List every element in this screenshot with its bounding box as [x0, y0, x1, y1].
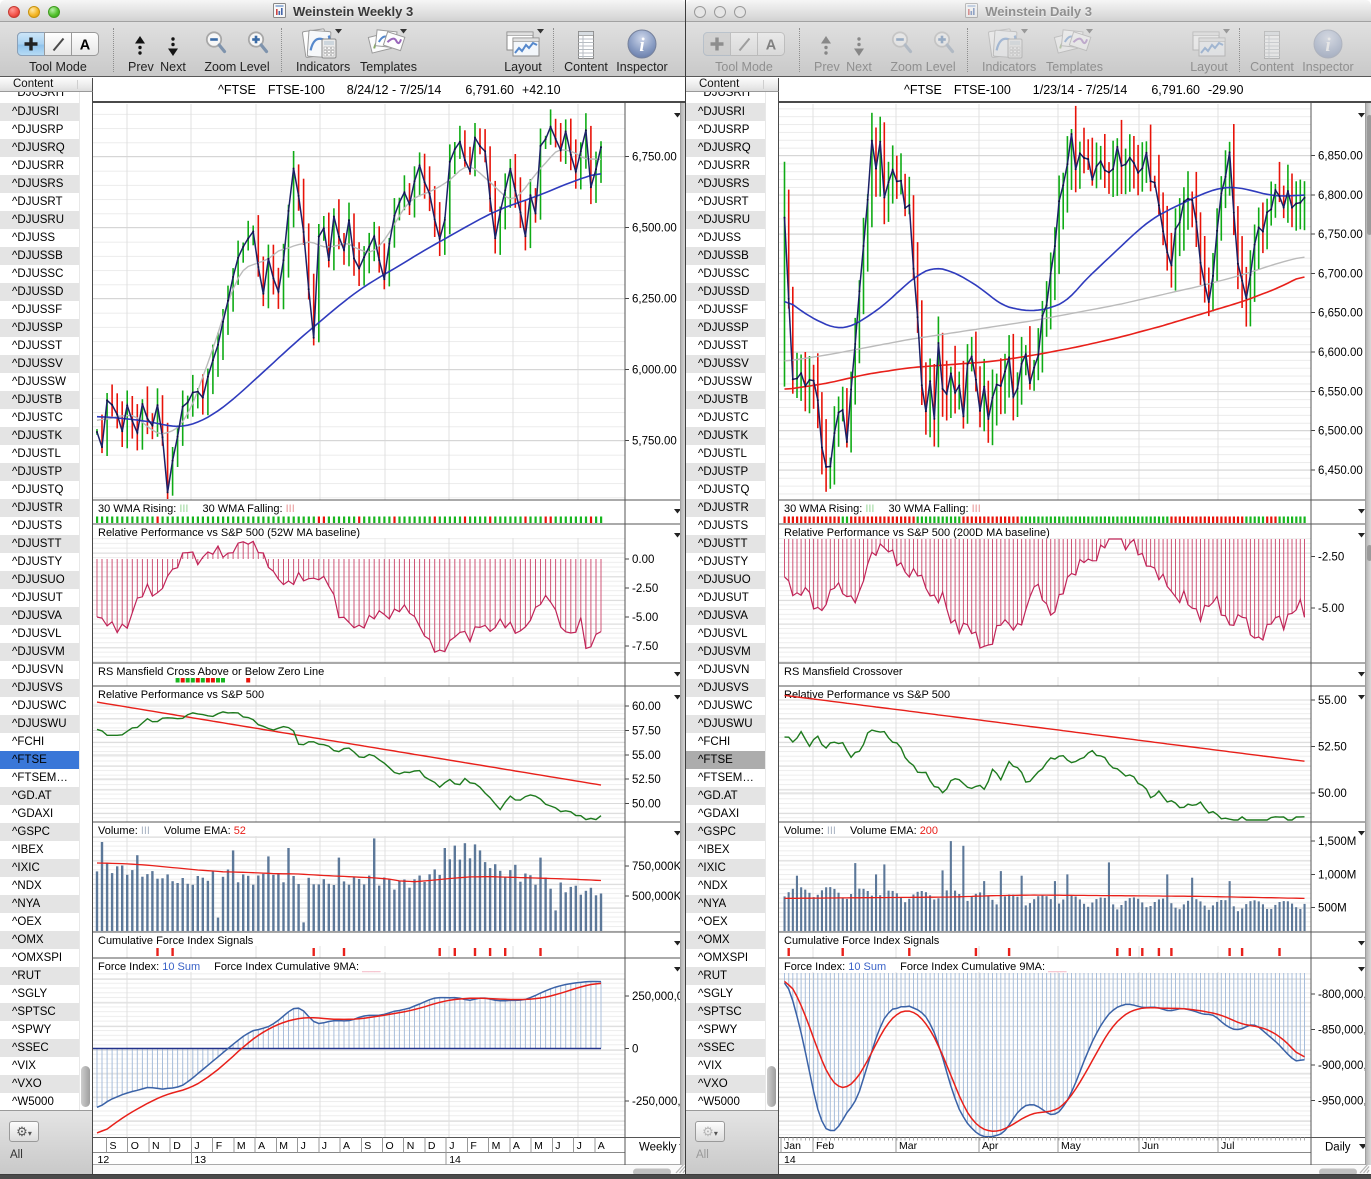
- svg-text:Cumulative Force Index Signals: Cumulative Force Index Signals: [784, 935, 940, 947]
- svg-text:6,250.00: 6,250.00: [632, 294, 677, 306]
- svg-text:J: J: [449, 1140, 454, 1152]
- svg-text:A: A: [598, 1140, 605, 1152]
- svg-text:J: J: [577, 1140, 582, 1152]
- svg-text:5,750.00: 5,750.00: [632, 436, 677, 448]
- svg-text:J: J: [555, 1140, 560, 1152]
- svg-text:i: i: [1325, 35, 1331, 56]
- svg-text:Relative Performance vs S&P 50: Relative Performance vs S&P 500 (200D MA…: [784, 527, 1050, 539]
- svg-text:i: i: [639, 35, 645, 56]
- svg-text:Volume: IIIVolume EMA: 52: Volume: IIIVolume EMA: 52: [98, 825, 246, 837]
- svg-text:1,500M: 1,500M: [1318, 836, 1356, 848]
- svg-text:6,750.00: 6,750.00: [1318, 229, 1363, 241]
- svg-text:-250,000,00: -250,000,00: [632, 1096, 686, 1108]
- svg-text:O: O: [386, 1140, 394, 1152]
- svg-text:F: F: [470, 1140, 476, 1152]
- svg-text:500M: 500M: [1318, 903, 1347, 915]
- svg-text:D: D: [173, 1140, 181, 1152]
- svg-text:52.50: 52.50: [632, 774, 661, 786]
- svg-text:O: O: [131, 1140, 139, 1152]
- svg-text:6,500.00: 6,500.00: [1318, 426, 1363, 438]
- svg-text:6,600.00: 6,600.00: [1318, 347, 1363, 359]
- svg-text:250,000,00: 250,000,00: [632, 991, 686, 1003]
- svg-text:M: M: [534, 1140, 543, 1152]
- svg-text:J: J: [301, 1140, 306, 1152]
- svg-text:Relative Performance vs S&P 50: Relative Performance vs S&P 500: [784, 689, 950, 701]
- svg-text:14: 14: [449, 1154, 461, 1166]
- svg-text:Apr: Apr: [982, 1140, 999, 1152]
- svg-text:J: J: [322, 1140, 327, 1152]
- svg-text:RS Mansfield Cross Above or Be: RS Mansfield Cross Above or Below Zero L…: [98, 666, 324, 678]
- svg-text:Force Index: 10 SumForce Index: Force Index: 10 SumForce Index Cumulativ…: [98, 961, 381, 973]
- svg-text:6,750.00: 6,750.00: [632, 152, 677, 164]
- svg-text:Cumulative Force Index Signals: Cumulative Force Index Signals: [98, 935, 254, 947]
- svg-text:Force Index: 10 SumForce Index: Force Index: 10 SumForce Index Cumulativ…: [784, 961, 1067, 973]
- svg-text:-5.00: -5.00: [1318, 603, 1344, 615]
- svg-text:12: 12: [98, 1154, 110, 1166]
- svg-text:A: A: [258, 1140, 265, 1152]
- svg-text:Weekly: Weekly: [639, 1142, 677, 1154]
- svg-text:J: J: [194, 1140, 199, 1152]
- svg-text:50.00: 50.00: [632, 799, 661, 811]
- svg-text:M: M: [279, 1140, 288, 1152]
- svg-text:A: A: [766, 38, 777, 54]
- svg-text:Daily: Daily: [1325, 1142, 1351, 1154]
- svg-text:55.00: 55.00: [632, 750, 661, 762]
- svg-text:750,000K: 750,000K: [632, 861, 682, 873]
- svg-text:F: F: [216, 1140, 222, 1152]
- svg-text:50.00: 50.00: [1318, 788, 1347, 800]
- svg-text:Mar: Mar: [899, 1140, 918, 1152]
- svg-text:55.00: 55.00: [1318, 695, 1347, 707]
- svg-text:6,000.00: 6,000.00: [632, 365, 677, 377]
- svg-text:S: S: [110, 1140, 117, 1152]
- svg-text:Jun: Jun: [1142, 1140, 1159, 1152]
- svg-text:Relative Performance vs S&P 50: Relative Performance vs S&P 500: [98, 689, 264, 701]
- svg-text:13: 13: [194, 1154, 206, 1166]
- svg-text:6,500.00: 6,500.00: [632, 223, 677, 235]
- svg-text:0.00: 0.00: [632, 554, 654, 566]
- svg-text:Jul: Jul: [1221, 1140, 1234, 1152]
- svg-text:14: 14: [784, 1154, 796, 1166]
- svg-text:A: A: [80, 38, 91, 54]
- svg-text:-2.50: -2.50: [632, 583, 658, 595]
- svg-text:6,550.00: 6,550.00: [1318, 386, 1363, 398]
- svg-text:N: N: [152, 1140, 160, 1152]
- svg-text:A: A: [513, 1140, 520, 1152]
- svg-text:-7.50: -7.50: [632, 641, 658, 653]
- svg-text:-950,000,00: -950,000,00: [1318, 1095, 1370, 1107]
- svg-text:57.50: 57.50: [632, 725, 661, 737]
- svg-text:6,650.00: 6,650.00: [1318, 308, 1363, 320]
- svg-text:6,850.00: 6,850.00: [1318, 151, 1363, 163]
- svg-text:Feb: Feb: [816, 1140, 834, 1152]
- svg-text:1,000M: 1,000M: [1318, 869, 1356, 881]
- svg-text:Relative Performance vs S&P 50: Relative Performance vs S&P 500 (52W MA …: [98, 527, 360, 539]
- svg-text:S: S: [364, 1140, 371, 1152]
- svg-text:0: 0: [632, 1044, 638, 1056]
- svg-text:Jan: Jan: [784, 1140, 801, 1152]
- svg-text:M: M: [237, 1140, 246, 1152]
- svg-text:-900,000,00: -900,000,00: [1318, 1060, 1370, 1072]
- svg-text:60.00: 60.00: [632, 701, 661, 713]
- svg-text:-850,000,00: -850,000,00: [1318, 1024, 1370, 1036]
- svg-text:-5.00: -5.00: [632, 612, 658, 624]
- svg-text:6,800.00: 6,800.00: [1318, 190, 1363, 202]
- svg-text:-800,000,00: -800,000,00: [1318, 989, 1370, 1001]
- svg-text:N: N: [407, 1140, 415, 1152]
- svg-text:500,000K: 500,000K: [632, 891, 682, 903]
- svg-text:M: M: [492, 1140, 501, 1152]
- svg-text:A: A: [343, 1140, 350, 1152]
- svg-text:6,700.00: 6,700.00: [1318, 268, 1363, 280]
- svg-text:RS Mansfield Crossover: RS Mansfield Crossover: [784, 666, 903, 678]
- svg-text:52.50: 52.50: [1318, 741, 1347, 753]
- svg-text:D: D: [428, 1140, 436, 1152]
- svg-text:Volume: IIIVolume EMA: 200: Volume: IIIVolume EMA: 200: [784, 825, 938, 837]
- svg-text:6,450.00: 6,450.00: [1318, 465, 1363, 477]
- svg-text:May: May: [1061, 1140, 1082, 1152]
- svg-text:-2.50: -2.50: [1318, 551, 1344, 563]
